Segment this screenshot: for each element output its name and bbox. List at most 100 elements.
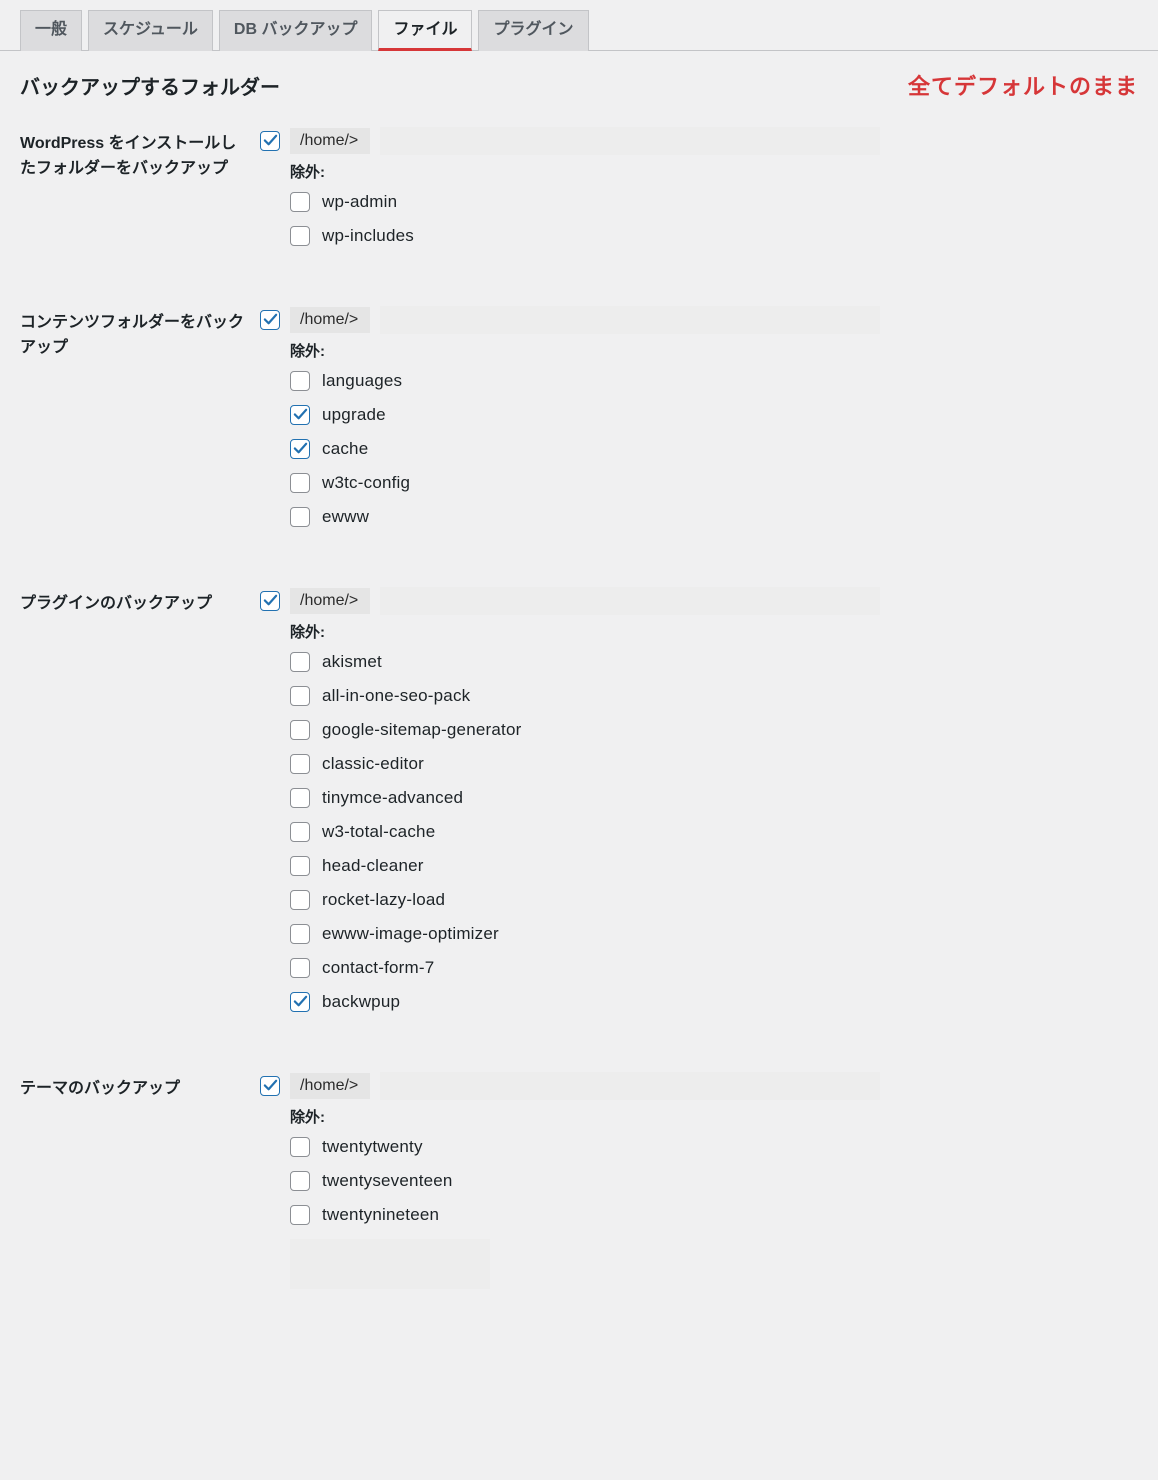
path-box-themes: /home/> [290, 1073, 370, 1099]
exclude-checkbox[interactable] [290, 822, 310, 842]
settings-table: WordPress をインストールしたフォルダーをバックアップ/home/> 除外… [0, 121, 1158, 1329]
exclude-checkbox[interactable] [290, 958, 310, 978]
tab-0[interactable]: 一般 [20, 10, 82, 51]
enable-checkbox-themes[interactable] [260, 1076, 280, 1096]
section-row-plugins: プラグインのバックアップ/home/> 除外: akismet all-in-one-… [0, 581, 1158, 1066]
tab-2[interactable]: DB バックアップ [219, 10, 373, 51]
exclude-item-label: contact-form-7 [322, 958, 434, 978]
exclude-item: w3-total-cache [290, 822, 1138, 842]
exclude-item: all-in-one-seo-pack [290, 686, 1138, 706]
exclude-item: cache [290, 439, 1138, 459]
section-body-wp-install: /home/> 除外:wp-adminwp-includes [260, 121, 1158, 300]
section-title-plugins: プラグインのバックアップ [0, 581, 260, 1066]
tab-bar: 一般スケジュールDB バックアップファイルプラグイン [0, 0, 1158, 51]
exclude-item-label: upgrade [322, 405, 386, 425]
section-row-wp-install: WordPress をインストールしたフォルダーをバックアップ/home/> 除外… [0, 121, 1158, 300]
exclude-checkbox[interactable] [290, 1205, 310, 1225]
section-row-content: コンテンツフォルダーをバックアップ/home/> 除外: languages upgr… [0, 300, 1158, 581]
exclude-checkbox[interactable] [290, 992, 310, 1012]
section-title-wp-install: WordPress をインストールしたフォルダーをバックアップ [0, 121, 260, 300]
section-title-themes: テーマのバックアップ [0, 1066, 260, 1329]
section-body-plugins: /home/> 除外: akismet all-in-one-seo-pack goog… [260, 581, 1158, 1066]
exclude-checkbox[interactable] [290, 924, 310, 944]
exclude-label-themes: 除外: [290, 1106, 1138, 1127]
path-box-content: /home/> [290, 307, 370, 333]
exclude-wrap-plugins: 除外: akismet all-in-one-seo-pack google-site… [260, 621, 1138, 1012]
exclude-item-label: backwpup [322, 992, 400, 1012]
exclude-checkbox[interactable] [290, 788, 310, 808]
path-redacted-wp-install [380, 127, 880, 155]
tab-3[interactable]: ファイル [378, 10, 472, 51]
exclude-item: twentyseventeen [290, 1171, 1138, 1191]
extra-redacted-box [290, 1239, 490, 1289]
exclude-checkbox[interactable] [290, 192, 310, 212]
section-heading: バックアップするフォルダー [20, 71, 280, 100]
lead-row-wp-install: /home/> [260, 127, 1138, 155]
exclude-checkbox[interactable] [290, 405, 310, 425]
exclude-item-label: classic-editor [322, 754, 424, 774]
exclude-checkbox[interactable] [290, 686, 310, 706]
exclude-item: backwpup [290, 992, 1138, 1012]
exclude-checkbox[interactable] [290, 652, 310, 672]
exclude-item-label: w3tc-config [322, 473, 410, 493]
exclude-item: twentynineteen [290, 1205, 1138, 1225]
exclude-checkbox[interactable] [290, 473, 310, 493]
exclude-item-label: w3-total-cache [322, 822, 435, 842]
exclude-label-content: 除外: [290, 340, 1138, 361]
section-title-content: コンテンツフォルダーをバックアップ [0, 300, 260, 581]
enable-checkbox-wp-install[interactable] [260, 131, 280, 151]
exclude-item-label: languages [322, 371, 402, 391]
path-box-plugins: /home/> [290, 588, 370, 614]
exclude-item: head-cleaner [290, 856, 1138, 876]
tab-4[interactable]: プラグイン [478, 10, 588, 51]
exclude-item: google-sitemap-generator [290, 720, 1138, 740]
enable-checkbox-plugins[interactable] [260, 591, 280, 611]
tab-1[interactable]: スケジュール [88, 10, 213, 51]
exclude-item-label: twentyseventeen [322, 1171, 453, 1191]
exclude-item: tinymce-advanced [290, 788, 1138, 808]
path-redacted-content [380, 306, 880, 334]
exclude-item: w3tc-config [290, 473, 1138, 493]
exclude-wrap-content: 除外:languagesupgradecachew3tc-configewww [260, 340, 1138, 527]
exclude-item-label: twentynineteen [322, 1205, 439, 1225]
exclude-wrap-themes: 除外: twentytwenty twentyseventeen twentynine… [260, 1106, 1138, 1225]
exclude-item: languages [290, 371, 1138, 391]
annotation-text: 全てデフォルトのまま [908, 69, 1138, 101]
exclude-wrap-wp-install: 除外:wp-adminwp-includes [260, 161, 1138, 246]
exclude-checkbox[interactable] [290, 856, 310, 876]
exclude-checkbox[interactable] [290, 720, 310, 740]
exclude-item-label: akismet [322, 652, 382, 672]
section-body-themes: /home/> 除外: twentytwenty twentyseventeen twe… [260, 1066, 1158, 1329]
exclude-item: twentytwenty [290, 1137, 1138, 1157]
exclude-item-label: tinymce-advanced [322, 788, 463, 808]
exclude-label-plugins: 除外: [290, 621, 1138, 642]
exclude-checkbox[interactable] [290, 890, 310, 910]
exclude-item-label: cache [322, 439, 368, 459]
exclude-item: classic-editor [290, 754, 1138, 774]
lead-row-content: /home/> [260, 306, 1138, 334]
exclude-item-label: ewww-image-optimizer [322, 924, 499, 944]
exclude-checkbox[interactable] [290, 226, 310, 246]
exclude-checkbox[interactable] [290, 1137, 310, 1157]
section-body-content: /home/> 除外: languages upgrade cache w3tc-conf… [260, 300, 1158, 581]
exclude-label-wp-install: 除外: [290, 161, 1138, 182]
exclude-checkbox[interactable] [290, 1171, 310, 1191]
exclude-item-label: rocket-lazy-load [322, 890, 445, 910]
enable-checkbox-content[interactable] [260, 310, 280, 330]
exclude-checkbox[interactable] [290, 507, 310, 527]
exclude-item-label: google-sitemap-generator [322, 720, 521, 740]
exclude-checkbox[interactable] [290, 754, 310, 774]
exclude-item: rocket-lazy-load [290, 890, 1138, 910]
section-row-themes: テーマのバックアップ/home/> 除外: twentytwenty twentyse… [0, 1066, 1158, 1329]
exclude-checkbox[interactable] [290, 371, 310, 391]
exclude-item-label: all-in-one-seo-pack [322, 686, 470, 706]
lead-row-themes: /home/> [260, 1072, 1138, 1100]
lead-row-plugins: /home/> [260, 587, 1138, 615]
path-box-wp-install: /home/> [290, 128, 370, 154]
exclude-item: contact-form-7 [290, 958, 1138, 978]
heading-row: バックアップするフォルダー 全てデフォルトのまま [0, 51, 1158, 121]
exclude-checkbox[interactable] [290, 439, 310, 459]
exclude-item: akismet [290, 652, 1138, 672]
exclude-item-label: twentytwenty [322, 1137, 423, 1157]
exclude-item: upgrade [290, 405, 1138, 425]
